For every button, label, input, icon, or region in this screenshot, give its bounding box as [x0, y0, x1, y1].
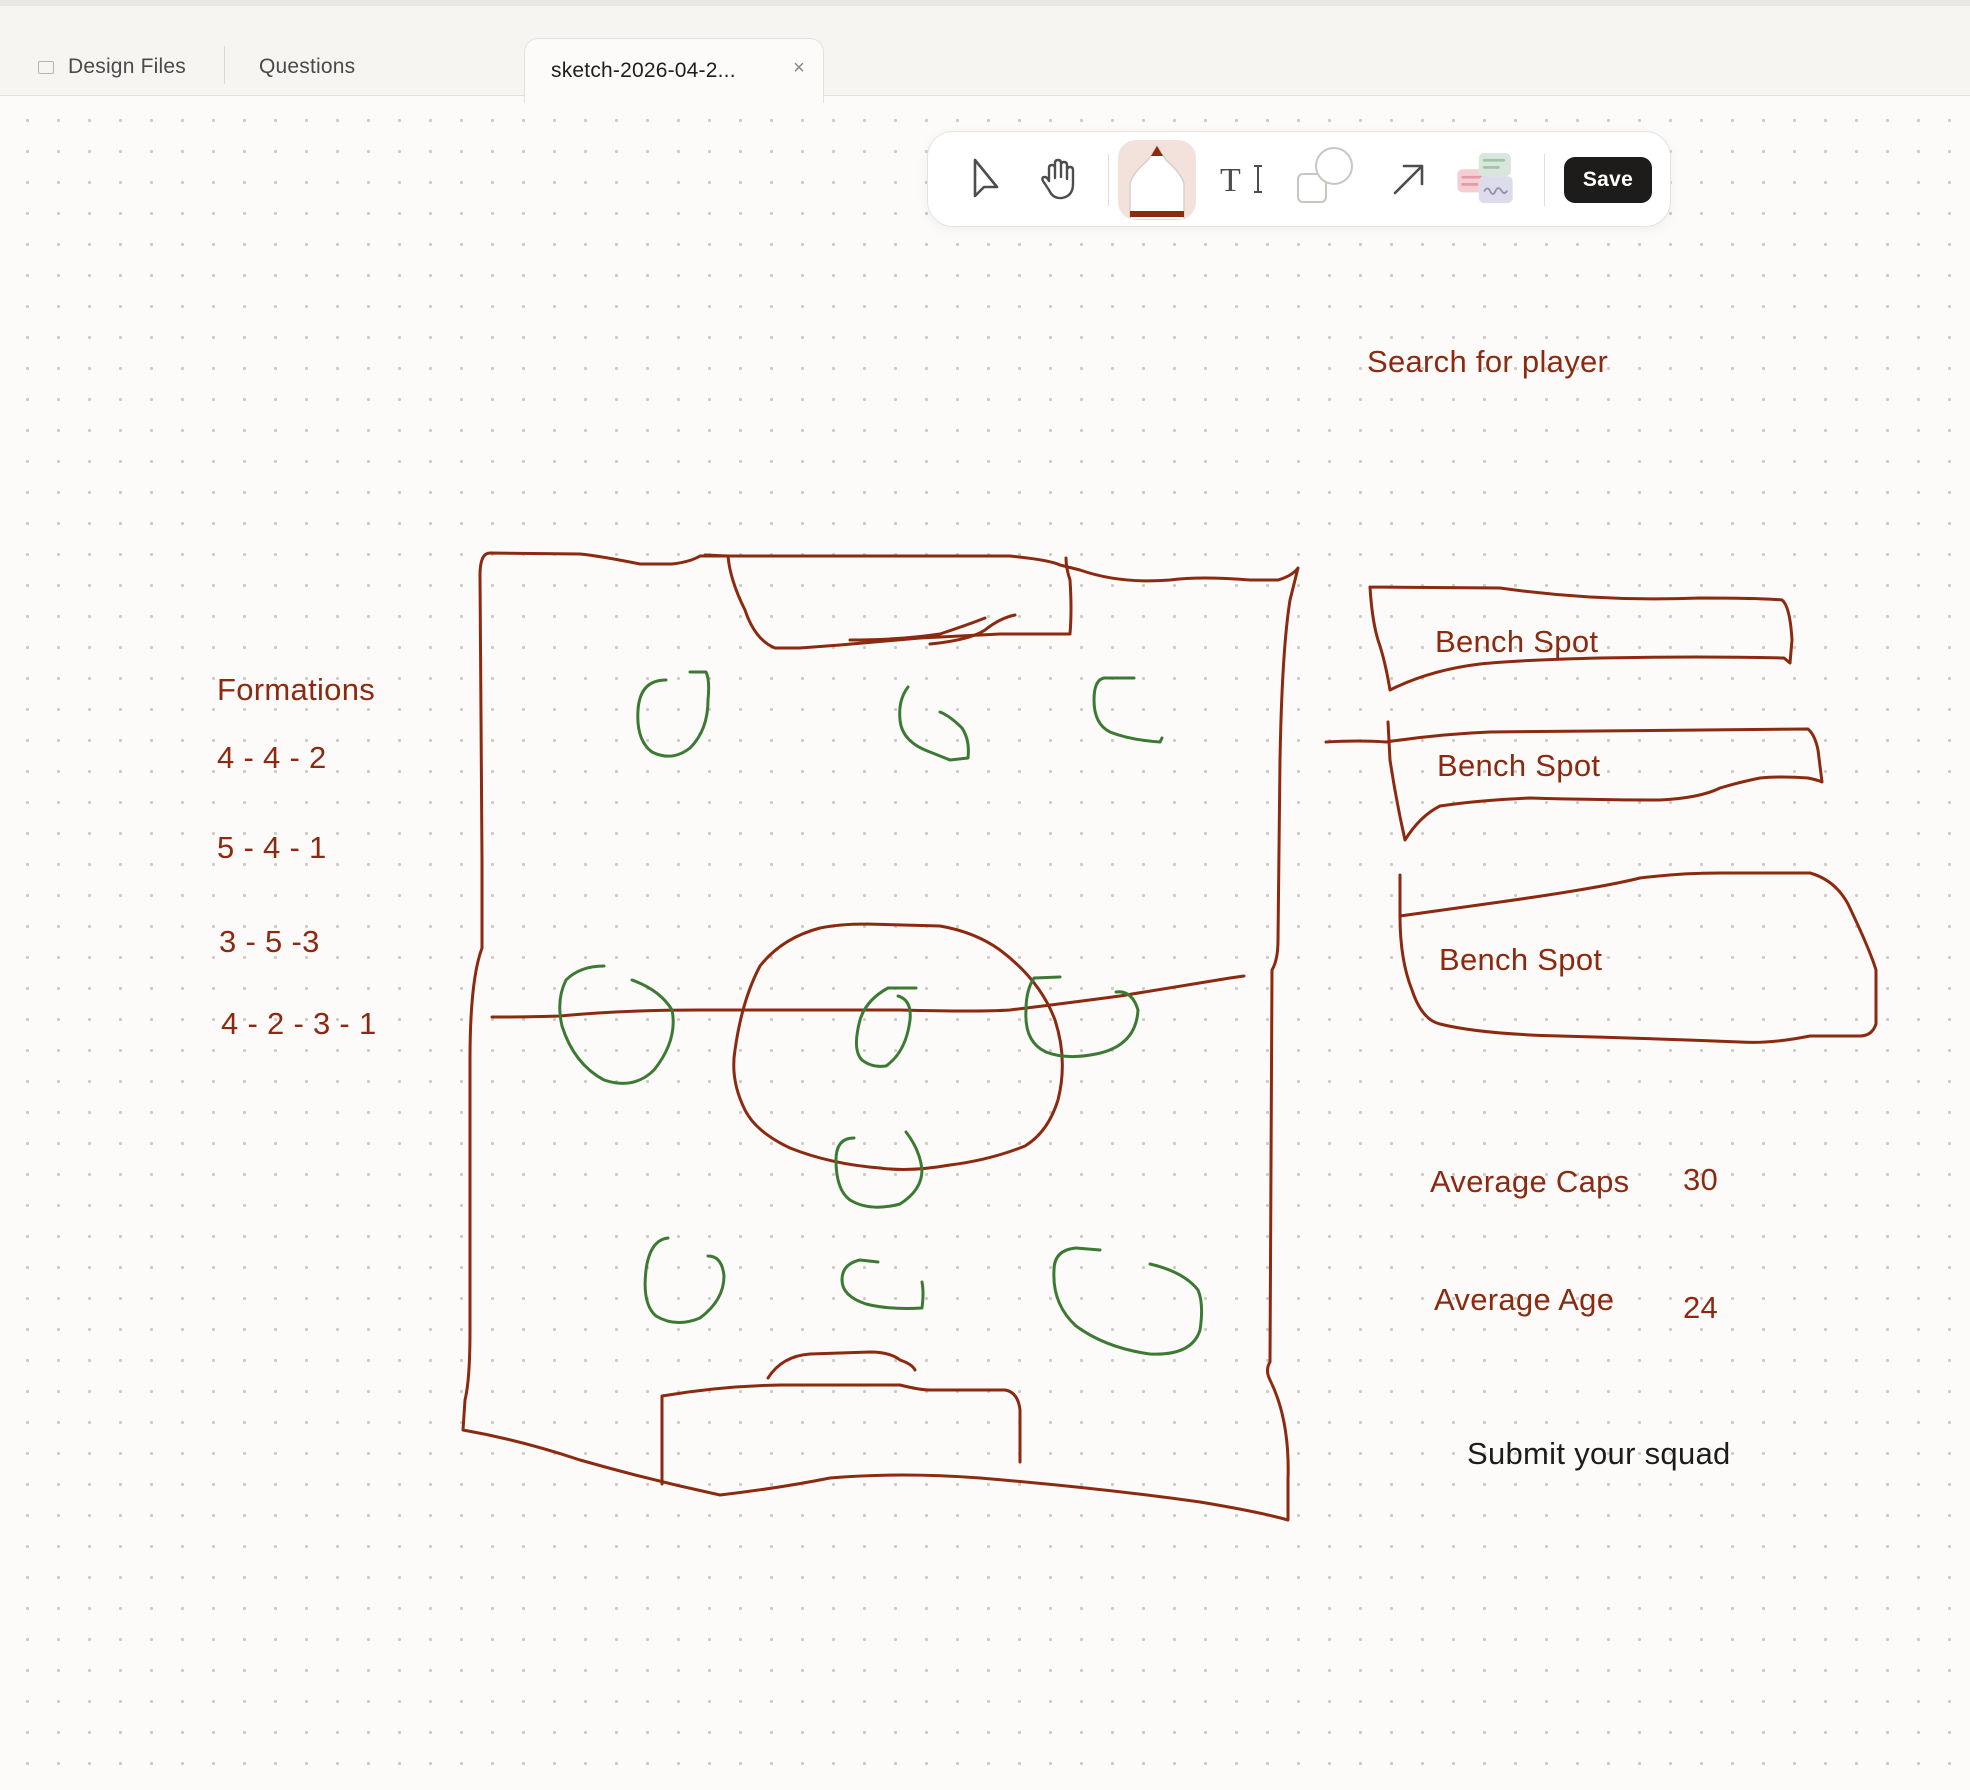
average-caps-value: 30: [1683, 1162, 1719, 1197]
player-marker: [558, 964, 675, 1085]
player-marker: [855, 986, 918, 1068]
bottom-goal-arc: [766, 1350, 917, 1380]
search-for-player-label[interactable]: Search for player: [1367, 344, 1608, 380]
formations-title: Formations: [217, 672, 376, 707]
sketch-drawing: [461, 551, 1878, 1522]
player-marker: [643, 1236, 726, 1324]
player-marker: [840, 1258, 925, 1310]
submit-squad-button[interactable]: Submit your squad: [1467, 1436, 1731, 1472]
player-marker: [636, 670, 711, 758]
top-goal-arc: [848, 613, 1017, 646]
top-penalty-box: [703, 553, 1073, 650]
player-markers: [558, 670, 1204, 1356]
average-age-value: 24: [1683, 1290, 1719, 1325]
player-marker: [1024, 975, 1140, 1059]
formation-option[interactable]: 3 - 5 -3: [219, 924, 320, 960]
formation-option[interactable]: 4 - 4 - 2: [217, 740, 327, 776]
bench-spot[interactable]: Bench Spot: [1439, 942, 1602, 978]
bench-spot[interactable]: Bench Spot: [1437, 748, 1600, 784]
formation-option[interactable]: 5 - 4 - 1: [217, 830, 327, 866]
centre-circle: [732, 922, 1064, 1171]
player-marker: [898, 685, 970, 762]
pitch-outline: [461, 551, 1300, 1522]
bench-spot[interactable]: Bench Spot: [1435, 624, 1598, 660]
average-age-label: Average Age: [1434, 1282, 1615, 1317]
player-marker: [1052, 1246, 1204, 1356]
formation-option[interactable]: 4 - 2 - 3 - 1: [221, 1006, 377, 1042]
average-caps-label: Average Caps: [1430, 1164, 1630, 1199]
bottom-penalty-box: [660, 1383, 1022, 1486]
player-marker: [1092, 676, 1164, 744]
